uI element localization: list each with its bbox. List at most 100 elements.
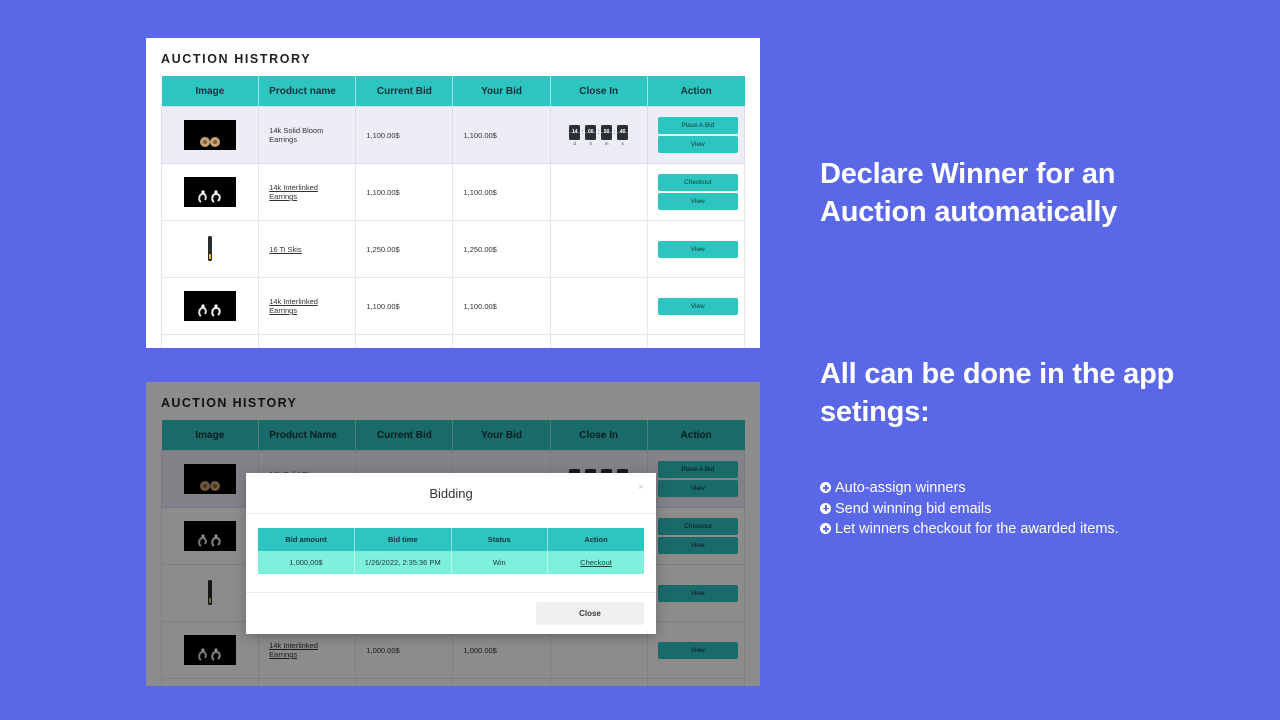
product-thumbnail-cell — [160, 106, 260, 164]
product-name-cell: 14k Interlinked Earrings — [258, 277, 357, 335]
product-thumbnail-cell — [160, 163, 260, 221]
product-thumbnail-cell — [160, 507, 260, 565]
close-icon[interactable]: × — [638, 483, 644, 493]
bidding-column-status: Status — [451, 528, 548, 551]
countdown-value: 00 — [585, 124, 597, 140]
product-name-cell: 14k Solid Bloom Earrings — [258, 106, 357, 164]
countdown-label: h — [589, 140, 592, 146]
table-header-row: Image Product Name Current Bid Your Bid Clos… — [161, 420, 745, 451]
close-in-cell — [549, 277, 648, 335]
your-bid-cell: 1,100.00$ — [452, 106, 551, 164]
your-bid-cell: 1,100.00$ — [452, 163, 551, 221]
bidding-header-row: Bid amount Bid time Status Action — [258, 528, 644, 551]
close-button[interactable]: Close — [536, 602, 644, 625]
column-header-close-in: Close In — [550, 420, 648, 451]
countdown-separator: : — [597, 128, 600, 136]
auction-history-panel-top: AUCTION HISTRORY Image Product name Curren… — [146, 38, 760, 348]
action-cell: View — [646, 277, 746, 335]
bid-amount-cell: 1,000,00$ — [258, 551, 355, 574]
countdown-unit: 14d — [569, 124, 581, 146]
countdown-value: 50 — [601, 124, 613, 140]
countdown-label: s — [621, 140, 624, 146]
product-name-link[interactable]: 16 Ti Skis — [269, 245, 302, 254]
view-button[interactable]: View — [657, 193, 738, 211]
product-thumbnail-cell — [160, 564, 260, 622]
table-row: 14k Interlinked Earrings 1,100.00$ 1,100.0… — [160, 277, 746, 335]
view-button[interactable]: View — [657, 641, 738, 659]
column-header-product-name: Product name — [258, 76, 357, 107]
bid-time-cell: 1/26/2022, 2:35:36 PM — [354, 551, 452, 574]
view-button[interactable]: View — [657, 240, 738, 258]
close-in-cell — [549, 678, 648, 686]
current-bid-cell: 150.00$ — [355, 678, 454, 686]
view-button[interactable]: View — [657, 136, 738, 154]
column-header-product-name: Product Name — [258, 420, 357, 451]
place-a-bid-button[interactable]: Place A Bid — [657, 460, 738, 478]
place-a-bid-button[interactable]: Place A Bid — [657, 116, 738, 134]
column-header-your-bid: Your Bid — [452, 420, 551, 451]
list-item: Auto-assign winners — [820, 478, 1210, 499]
action-cell: Place A Bid View — [646, 106, 746, 164]
view-button[interactable]: View — [657, 584, 738, 602]
table-header-row: Image Product name Current Bid Your Bid Clos… — [161, 76, 745, 107]
product-thumbnail-cell — [160, 277, 260, 335]
countdown-separator: : — [581, 128, 584, 136]
action-cell: View — [646, 678, 746, 686]
bidding-column-bid-time: Bid time — [354, 528, 452, 551]
your-bid-cell: 1,100.00$ — [452, 277, 551, 335]
current-bid-cell: 1,100.00$ — [355, 163, 454, 221]
checkout-link[interactable]: Checkout — [580, 558, 612, 567]
table-row: 14k Solid Bloom Earrings 1,100.00$1,100.0… — [160, 106, 746, 164]
product-name-link[interactable]: 14k Interlinked Earrings — [269, 183, 318, 201]
your-bid-cell: 150.00$ — [452, 334, 551, 348]
your-bid-cell: 1,250.00$ — [452, 220, 551, 278]
action-cell: View — [646, 220, 746, 278]
close-in-cell: 14 d:00 h:50 m:40 s — [549, 106, 648, 164]
column-header-your-bid: Your Bid — [452, 76, 551, 107]
bullet-text: Send winning bid emails — [835, 500, 992, 517]
column-header-close-in: Close In — [550, 76, 648, 107]
column-header-current-bid: Current Bid — [355, 420, 454, 451]
product-name-link[interactable]: 14k Interlinked Earrings — [269, 297, 318, 315]
plus-circle-icon — [820, 519, 831, 540]
checkout-button[interactable]: Checkout — [657, 517, 738, 535]
product-name-cell: 14k Dangling Pendant Earrings — [258, 334, 357, 348]
table-row: 14k Dangling Pendant Earrings150.00$150.… — [160, 334, 746, 348]
countdown-unit: 00h — [585, 124, 597, 146]
modal-title: Bidding — [429, 486, 473, 501]
column-header-action: Action — [647, 420, 745, 451]
bidding-row: 1,000,00$ 1/26/2022, 2:35:36 PM Win Checkou… — [258, 551, 644, 574]
action-cell: Checkout View — [646, 163, 746, 221]
earrings-interlinked-thumbnail — [184, 521, 237, 551]
close-in-cell — [549, 220, 648, 278]
checkout-button[interactable]: Checkout — [657, 173, 738, 191]
column-header-image: Image — [161, 420, 260, 451]
bidding-column-bid-amount: Bid amount — [258, 528, 355, 551]
product-thumbnail-cell — [160, 450, 260, 508]
view-button[interactable]: View — [657, 537, 738, 555]
view-button[interactable]: View — [657, 480, 738, 498]
list-item: Let winners checkout for the awarded ite… — [820, 519, 1210, 540]
product-thumbnail-cell — [160, 220, 260, 278]
product-name-link: 14k Solid Bloom Earrings — [269, 126, 324, 144]
countdown-value: 14 — [569, 124, 581, 140]
ski-thumbnail — [184, 234, 237, 264]
view-button[interactable]: View — [657, 297, 738, 315]
action-cell: View — [646, 564, 746, 622]
earrings-interlinked-thumbnail — [184, 635, 237, 665]
countdown-timer: 14 d:00 h:50 m:40 s — [561, 124, 637, 146]
column-header-current-bid: Current Bid — [355, 76, 454, 107]
close-in-cell — [549, 163, 648, 221]
modal-header: Bidding × — [246, 473, 656, 514]
product-thumbnail-cell — [160, 621, 260, 679]
bid-action-cell: Checkout — [547, 551, 644, 574]
column-header-action: Action — [647, 76, 745, 107]
current-bid-cell: 150.00$ — [355, 334, 454, 348]
product-name-link[interactable]: 14k Interlinked Earrings — [269, 641, 318, 659]
column-header-image: Image — [161, 76, 260, 107]
action-cell: View — [646, 334, 746, 348]
marketing-heading-1: Declare Winner for an Auction automatica… — [820, 158, 1118, 229]
marketing-bullet-list: Auto-assign winners Send winning bid emai… — [820, 478, 1210, 540]
countdown-value: 40 — [617, 124, 629, 140]
close-in-cell — [549, 334, 648, 348]
